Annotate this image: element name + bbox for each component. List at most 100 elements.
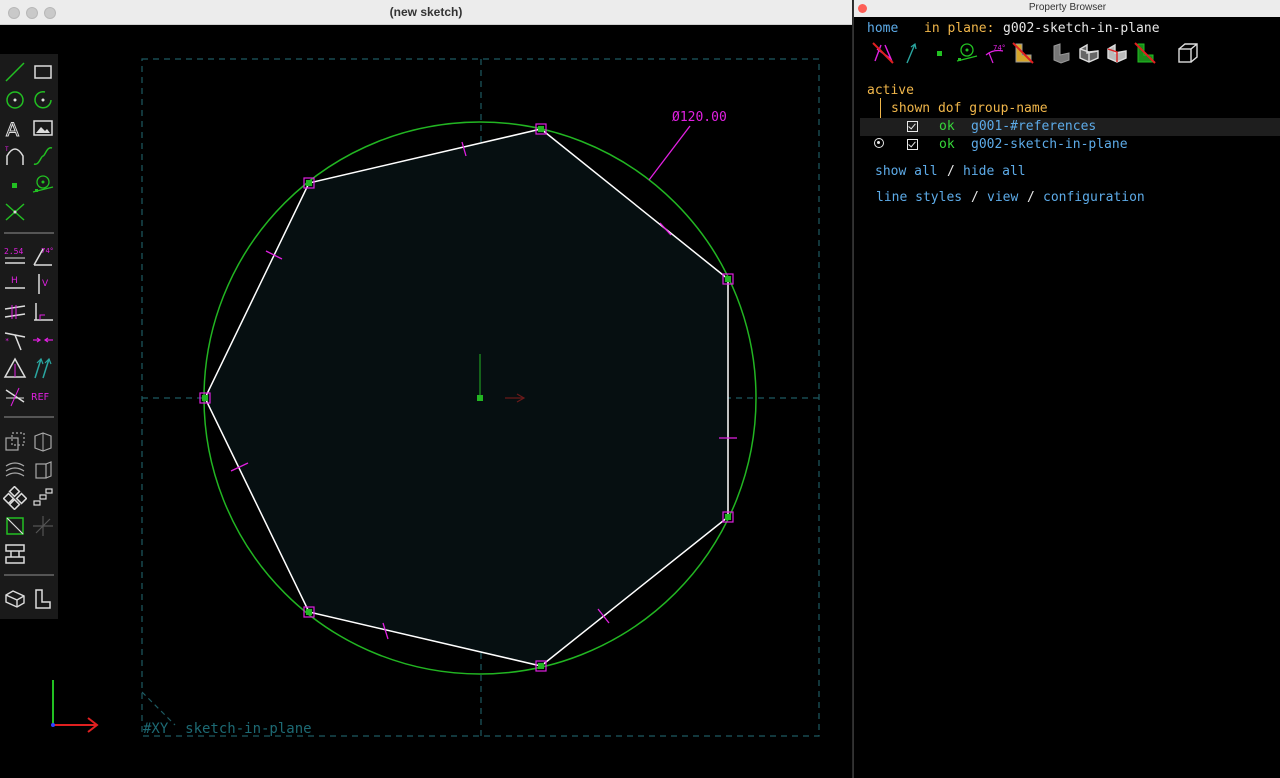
- line-styles-link[interactable]: line styles: [876, 190, 962, 206]
- column-headers: shown dof group-name: [891, 101, 1048, 116]
- sketch-toolbar: A T 2.54 74° H V * REF: [0, 54, 58, 619]
- polygon-vertex[interactable]: [538, 663, 544, 669]
- toggle-construction-button[interactable]: [871, 41, 895, 65]
- sketch-canvas[interactable]: [0, 25, 852, 778]
- property-browser-title-bar: Property Browser: [854, 0, 1280, 17]
- polygon-vertex[interactable]: [202, 395, 208, 401]
- svg-text:T: T: [5, 146, 9, 153]
- isometric-view-tool[interactable]: [3, 587, 27, 611]
- circle-tool[interactable]: [3, 88, 27, 112]
- line-segment-tool[interactable]: [3, 60, 27, 84]
- sketch-plane-icon: [35, 589, 51, 609]
- vertical-constraint-tool[interactable]: V: [31, 272, 55, 296]
- svg-text:V: V: [42, 279, 49, 289]
- workplane-tool[interactable]: [31, 172, 55, 196]
- isometric-icon: [5, 590, 25, 608]
- hide-all-link[interactable]: hide all: [963, 164, 1026, 180]
- perpendicular-icon: [34, 303, 53, 321]
- perpendicular-constraint-tool[interactable]: [31, 300, 55, 324]
- rectangle-tool[interactable]: [31, 60, 55, 84]
- polygon-vertex[interactable]: [725, 276, 731, 282]
- text-icon: A: [6, 119, 20, 141]
- home-link[interactable]: home: [867, 21, 898, 37]
- show-faces-button[interactable]: [1011, 41, 1035, 65]
- show-normals-icon: [906, 42, 917, 64]
- angle-dimension-tool[interactable]: 74°: [31, 244, 55, 268]
- polygon-vertex[interactable]: [725, 514, 731, 520]
- hidden-lines-button[interactable]: [1105, 41, 1129, 65]
- toolbar-separator: [4, 574, 54, 576]
- view-link[interactable]: view: [987, 190, 1018, 206]
- main-title-bar: (new sketch): [0, 0, 852, 25]
- step-rotating-tool[interactable]: [3, 486, 27, 510]
- midpoint-icon: [33, 337, 53, 343]
- sketch-in-plane-tool[interactable]: [31, 587, 55, 611]
- center-point[interactable]: [477, 395, 483, 401]
- text-tool[interactable]: A: [3, 116, 27, 141]
- shaded-solid-button[interactable]: [1049, 41, 1073, 65]
- link-import-tool[interactable]: [3, 542, 27, 566]
- cubic-spline-tool[interactable]: [31, 144, 55, 168]
- reference-toggle-tool[interactable]: REF: [31, 384, 55, 408]
- active-group-radio[interactable]: [874, 138, 884, 148]
- helix-tool[interactable]: [3, 458, 27, 482]
- show-workplanes-button[interactable]: [955, 41, 979, 65]
- polygon-vertex[interactable]: [306, 609, 312, 615]
- step-translating-icon: [33, 488, 53, 506]
- perspective-button[interactable]: [1176, 41, 1200, 65]
- configuration-link[interactable]: configuration: [1043, 190, 1145, 206]
- show-points-button[interactable]: [927, 41, 951, 65]
- perspective-icon: [1178, 43, 1198, 63]
- diameter-leader: [648, 125, 691, 181]
- lathe-tool[interactable]: [31, 430, 55, 454]
- in-new-workplane-tool[interactable]: [31, 514, 55, 538]
- group-shown-checkbox[interactable]: [907, 139, 918, 150]
- svg-text:74°: 74°: [41, 247, 53, 255]
- extrude-tool[interactable]: [3, 430, 27, 454]
- show-constraints-button[interactable]: 74°: [983, 41, 1007, 65]
- parallel-constraint-tool[interactable]: [3, 300, 27, 324]
- workplane-label: #XY sketch-in-plane: [143, 721, 312, 737]
- arc-tool[interactable]: [31, 88, 55, 112]
- image-tool[interactable]: [31, 116, 55, 140]
- workplane-icon: [32, 175, 54, 193]
- reference-icon: REF: [31, 392, 49, 403]
- polygon-vertex[interactable]: [538, 126, 544, 132]
- shaded-solid-icon: [1053, 43, 1070, 64]
- show-normals-button[interactable]: [899, 41, 923, 65]
- midpoint-constraint-tool[interactable]: [31, 328, 55, 352]
- diameter-dimension-label[interactable]: Ø120.00: [672, 110, 727, 125]
- datum-point-tool[interactable]: [3, 172, 27, 196]
- same-orientation-constraint-tool[interactable]: [31, 356, 55, 380]
- helix-icon: [5, 462, 25, 477]
- other-supplementary-angle-tool[interactable]: [3, 384, 27, 408]
- group-shown-checkbox[interactable]: [907, 121, 918, 132]
- revolve-tool[interactable]: [31, 458, 55, 482]
- distance-dimension-tool[interactable]: 2.54: [3, 244, 27, 268]
- main-window: (new sketch) #XY sketch-in-plane Ø120.00…: [0, 0, 852, 778]
- window-title: (new sketch): [389, 5, 463, 19]
- wireframe-solid-button[interactable]: [1077, 41, 1101, 65]
- horizontal-constraint-tool[interactable]: H: [3, 272, 27, 296]
- point-on-line-constraint-tool[interactable]: *: [3, 328, 27, 352]
- outline-button[interactable]: [1133, 41, 1157, 65]
- in-3d-workplane-tool[interactable]: [3, 514, 27, 538]
- polygon-vertex[interactable]: [306, 180, 312, 186]
- arc-icon: [34, 91, 52, 109]
- rectangle-icon: [34, 65, 52, 79]
- same-orientation-icon: [34, 357, 52, 379]
- tangent-arc-tool[interactable]: T: [3, 144, 27, 168]
- symmetric-icon: [3, 357, 27, 378]
- step-translating-tool[interactable]: [31, 486, 55, 510]
- current-group-name: g002-sketch-in-plane: [1003, 21, 1160, 36]
- toggle-construction-icon: [872, 42, 894, 64]
- show-all-link[interactable]: show all: [875, 164, 938, 180]
- split-curves-tool[interactable]: [3, 200, 27, 224]
- toolbar-separator: [4, 416, 54, 418]
- lathe-icon: [34, 432, 52, 452]
- symmetric-constraint-tool[interactable]: [3, 356, 27, 380]
- svg-text:*: *: [5, 337, 9, 345]
- group-name-link[interactable]: g001-#references: [971, 119, 1096, 135]
- group-name-link[interactable]: g002-sketch-in-plane: [971, 137, 1128, 153]
- image-icon: [33, 120, 53, 136]
